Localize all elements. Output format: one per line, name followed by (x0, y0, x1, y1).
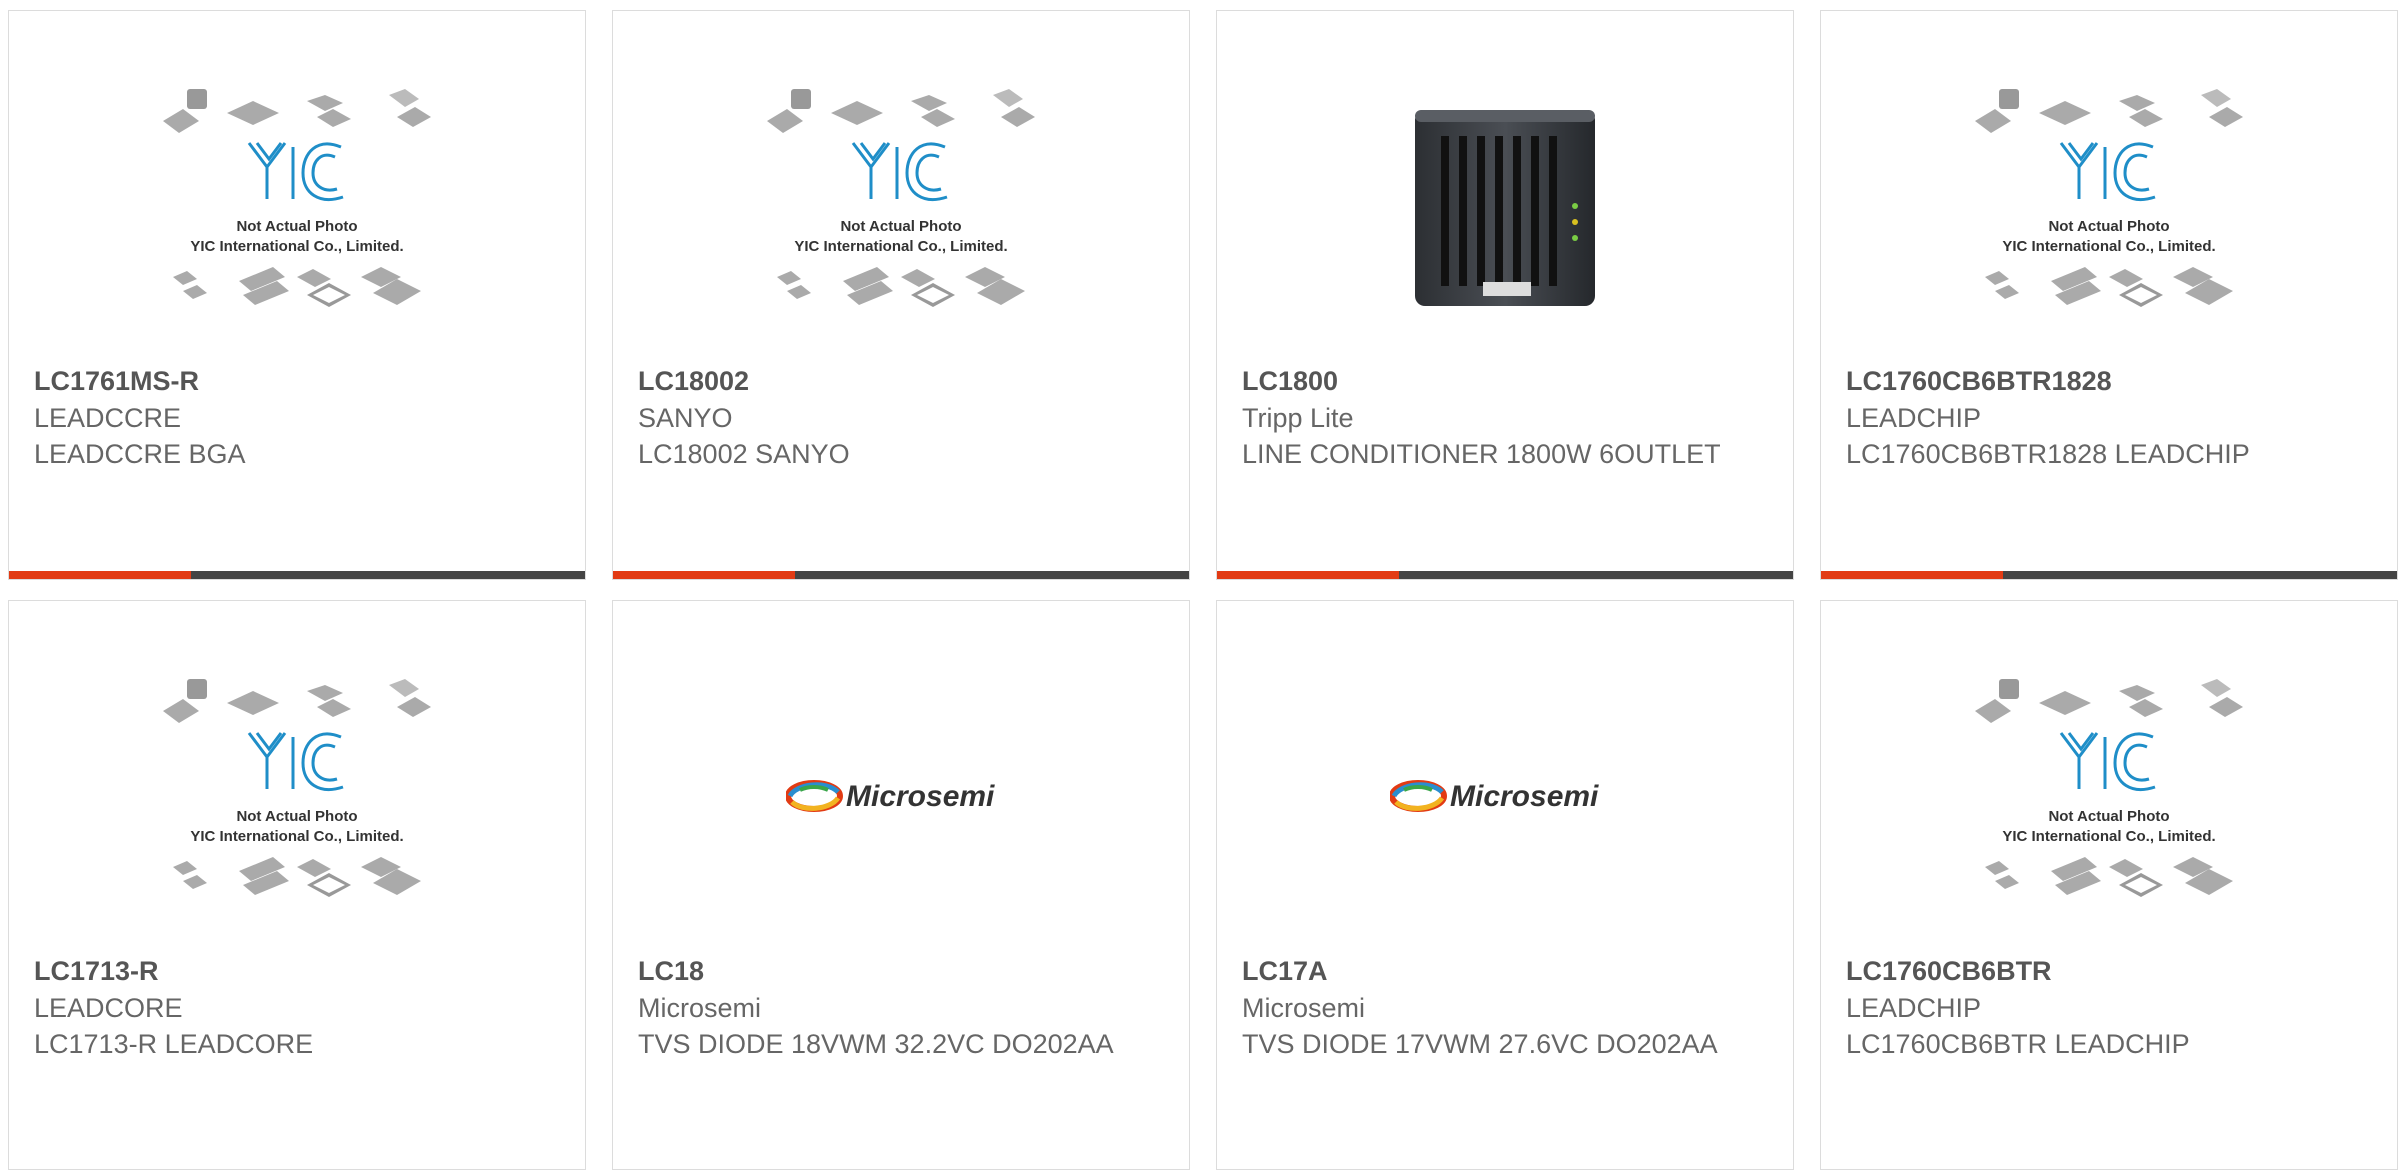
product-image[interactable]: Not Actual Photo YIC International Co., … (613, 56, 1189, 356)
description: TVS DIODE 17VWM 27.6VC DO202AA (1242, 1029, 1718, 1059)
card-bottom-bar (9, 571, 585, 579)
yic-company-text: YIC International Co., Limited. (794, 238, 1007, 255)
part-number[interactable]: LC1761MS-R (34, 363, 199, 399)
product-card[interactable]: Not Actual Photo YIC International Co., … (8, 10, 586, 580)
yic-company-text: YIC International Co., Limited. (2002, 828, 2215, 845)
manufacturer: LEADCHIP (1846, 403, 1982, 433)
product-card[interactable]: Not Actual Photo YIC International Co., … (612, 10, 1190, 580)
product-card[interactable]: Not Actual Photo YIC International Co., … (8, 600, 586, 1170)
product-card[interactable]: Microsemi LC18 Microsemi TVS DIODE 18VWM… (612, 600, 1190, 1170)
part-number[interactable]: LC1800 (1242, 363, 1338, 399)
product-image[interactable] (1217, 56, 1793, 356)
yic-placeholder-image: Not Actual Photo YIC International Co., … (163, 679, 431, 897)
product-image[interactable]: Microsemi (613, 646, 1189, 946)
description: TVS DIODE 18VWM 32.2VC DO202AA (638, 1029, 1114, 1059)
product-image[interactable]: Not Actual Photo YIC International Co., … (9, 56, 585, 356)
description: LEADCCRE BGA (34, 439, 246, 469)
yic-placeholder-image: Not Actual Photo YIC International Co., … (767, 89, 1035, 307)
part-number[interactable]: LC1713-R (34, 953, 159, 989)
not-actual-photo-text: Not Actual Photo (840, 218, 961, 235)
product-image[interactable]: Not Actual Photo YIC International Co., … (9, 646, 585, 946)
not-actual-photo-text: Not Actual Photo (236, 808, 357, 825)
description: LC1713-R LEADCORE (34, 1029, 314, 1059)
description: LC18002 SANYO (638, 439, 850, 469)
product-card[interactable]: Not Actual Photo YIC International Co., … (1820, 600, 2398, 1170)
product-image[interactable]: Microsemi (1217, 646, 1793, 946)
part-number[interactable]: LC18002 (638, 363, 749, 399)
manufacturer: LEADCCRE (34, 403, 182, 433)
manufacturer: LEADCHIP (1846, 993, 1982, 1023)
part-number[interactable]: LC1760CB6BTR1828 (1846, 363, 2112, 399)
card-bottom-bar (1217, 571, 1793, 579)
manufacturer: Microsemi (638, 993, 762, 1023)
product-card[interactable]: Microsemi LC17A Microsemi TVS DIODE 17VW… (1216, 600, 1794, 1170)
manufacturer: Tripp Lite (1242, 403, 1354, 433)
yic-placeholder-image: Not Actual Photo YIC International Co., … (1975, 679, 2243, 897)
description: LINE CONDITIONER 1800W 6OUTLET (1242, 439, 1721, 469)
product-card[interactable]: LC1800 Tripp Lite LINE CONDITIONER 1800W… (1216, 10, 1794, 580)
not-actual-photo-text: Not Actual Photo (2048, 808, 2169, 825)
not-actual-photo-text: Not Actual Photo (236, 218, 357, 235)
product-image[interactable]: Not Actual Photo YIC International Co., … (1821, 56, 2397, 356)
microsemi-logo-image: Microsemi (786, 780, 995, 813)
yic-company-text: YIC International Co., Limited. (2002, 238, 2215, 255)
part-number[interactable]: LC18 (638, 953, 704, 989)
not-actual-photo-text: Not Actual Photo (2048, 218, 2169, 235)
microsemi-logo-image: Microsemi (1390, 780, 1599, 813)
microsemi-swirl-icon (1390, 780, 1447, 812)
part-number[interactable]: LC17A (1242, 953, 1328, 989)
yic-company-text: YIC International Co., Limited. (190, 238, 403, 255)
card-bottom-bar (613, 571, 1189, 579)
description: LC1760CB6BTR1828 LEADCHIP (1846, 439, 2250, 469)
manufacturer: LEADCORE (34, 993, 183, 1023)
product-grid: Not Actual Photo YIC International Co., … (0, 0, 2400, 1170)
yic-placeholder-image: Not Actual Photo YIC International Co., … (163, 89, 431, 307)
yic-placeholder-image: Not Actual Photo YIC International Co., … (1975, 89, 2243, 307)
part-number[interactable]: LC1760CB6BTR (1846, 953, 2052, 989)
product-image[interactable]: Not Actual Photo YIC International Co., … (1821, 646, 2397, 946)
product-card[interactable]: Not Actual Photo YIC International Co., … (1820, 10, 2398, 580)
description: LC1760CB6BTR LEADCHIP (1846, 1029, 2190, 1059)
microsemi-swirl-icon (786, 780, 843, 812)
line-conditioner-image (1415, 110, 1595, 306)
manufacturer: SANYO (638, 403, 733, 433)
manufacturer: Microsemi (1242, 993, 1366, 1023)
microsemi-logo-text: Microsemi (846, 780, 995, 813)
card-bottom-bar (1821, 571, 2397, 579)
yic-company-text: YIC International Co., Limited. (190, 828, 403, 845)
microsemi-logo-text: Microsemi (1450, 780, 1599, 813)
